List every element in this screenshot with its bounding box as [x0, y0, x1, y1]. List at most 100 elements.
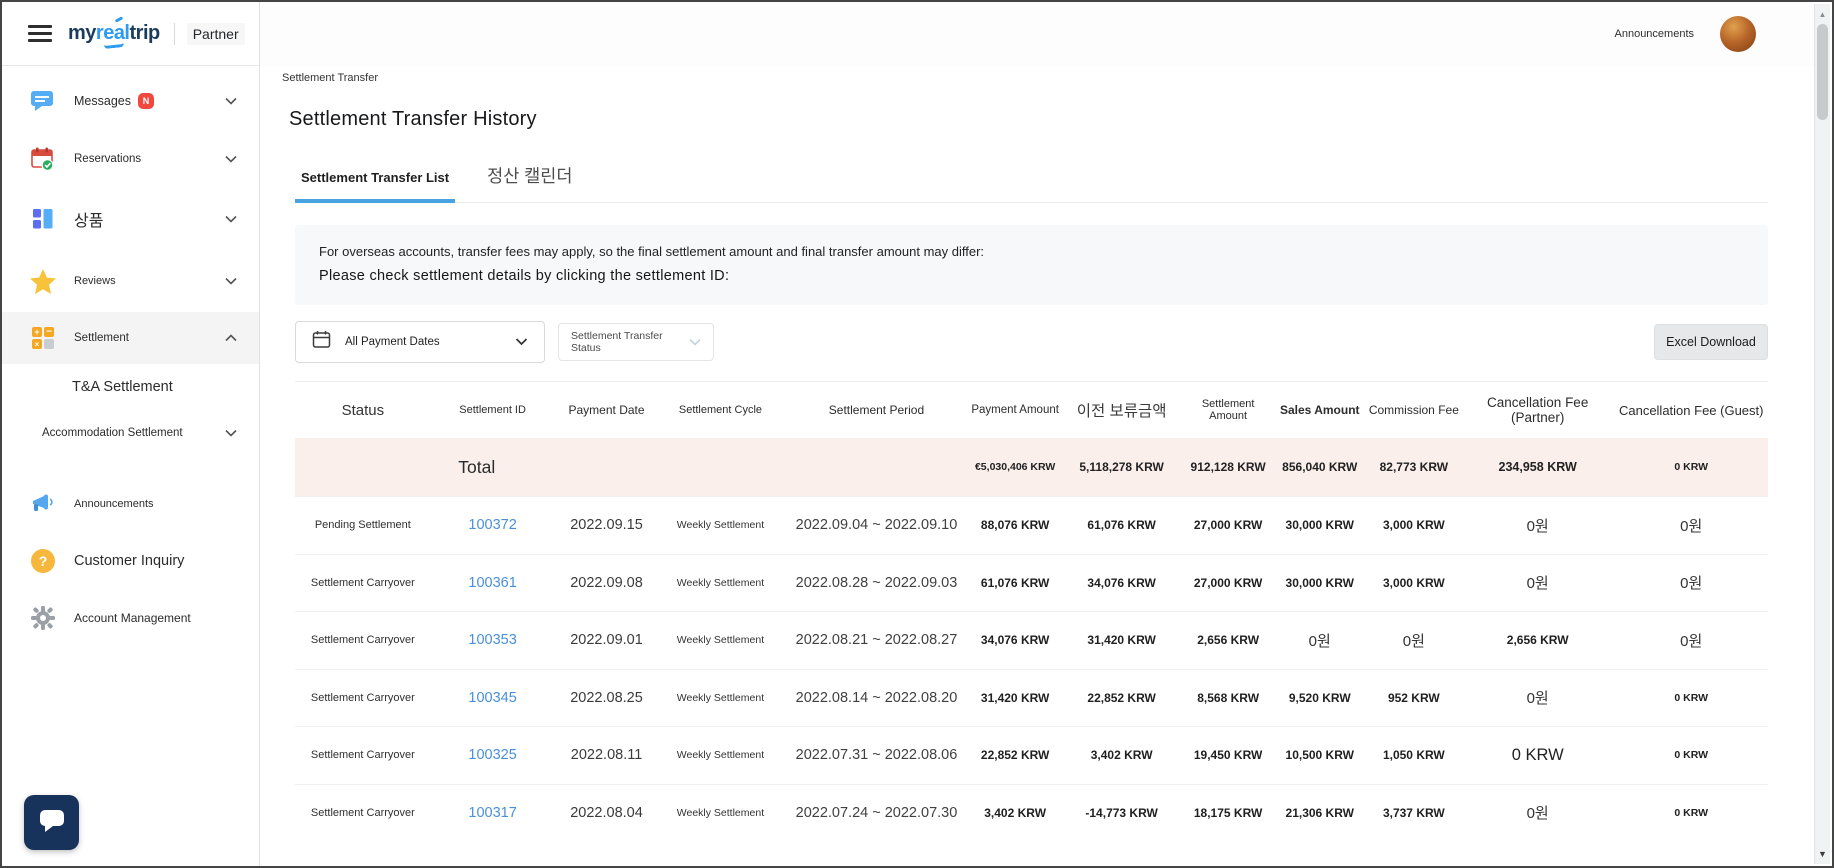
commission-fee-cell: 3,737 KRW [1367, 806, 1461, 820]
scrollbar-thumb[interactable] [1817, 24, 1828, 120]
col-header-status: Status [295, 402, 431, 419]
total-sales-amount: 856,040 KRW [1273, 460, 1367, 474]
col-header-settlement-id: Settlement ID [431, 404, 555, 416]
cancellation-fee-partner-cell: 2,656 KRW [1461, 633, 1615, 647]
sidebar-header: myrealtrip Partner [2, 2, 259, 66]
col-header-payment-date: Payment Date [555, 403, 659, 417]
user-avatar[interactable] [1720, 16, 1756, 52]
sales-amount-cell: 0원 [1273, 630, 1367, 651]
calculator-icon: +−× [28, 326, 58, 350]
sidebar-item-reservations[interactable]: Reservations [2, 130, 259, 188]
new-badge: N [138, 93, 154, 109]
previous-hold-cell: -14,773 KRW [1060, 806, 1184, 820]
calendar-check-icon [28, 146, 58, 172]
app-window: myrealtrip Partner Messages N Reservat [0, 0, 1834, 868]
cancellation-fee-guest-cell: 0원 [1614, 515, 1768, 536]
logo-swoosh [104, 43, 124, 49]
brand-trip: trip [130, 22, 160, 44]
settlement-amount-cell: 18,175 KRW [1184, 806, 1273, 820]
commission-fee-cell: 1,050 KRW [1367, 748, 1461, 762]
settlement-id-link[interactable]: 100353 [431, 632, 555, 648]
commission-fee-cell: 952 KRW [1367, 691, 1461, 705]
commission-fee-cell: 0원 [1367, 630, 1461, 651]
total-label: Total [295, 457, 659, 478]
sidebar-item-messages[interactable]: Messages N [2, 72, 259, 130]
previous-hold-cell: 31,420 KRW [1060, 633, 1184, 647]
settlement-id-link[interactable]: 100372 [431, 517, 555, 533]
table-header-row: Status Settlement ID Payment Date Settle… [295, 382, 1768, 438]
payment-dates-dropdown[interactable]: All Payment Dates [295, 321, 545, 363]
settlement-cycle-cell: Weekly Settlement [659, 749, 783, 761]
chat-widget-button[interactable] [24, 795, 79, 850]
sales-amount-cell: 30,000 KRW [1273, 576, 1367, 590]
previous-hold-cell: 22,852 KRW [1060, 691, 1184, 705]
settlement-id-link[interactable]: 100345 [431, 690, 555, 706]
chevron-down-icon [225, 92, 237, 110]
status-cell: Settlement Carryover [295, 749, 431, 761]
question-icon: ? [28, 548, 58, 574]
settlement-id-link[interactable]: 100317 [431, 805, 555, 821]
tab-settlement-transfer-list[interactable]: Settlement Transfer List [295, 170, 455, 203]
tab-settlement-calendar[interactable]: 정산 캘린더 [481, 163, 578, 202]
nav-spacer [2, 456, 259, 476]
payment-amount-cell: 31,420 KRW [971, 691, 1060, 705]
notice-box: For overseas accounts, transfer fees may… [295, 225, 1768, 305]
tabs: Settlement Transfer List 정산 캘린더 [295, 163, 1768, 203]
cancellation-fee-guest-cell: 0 KRW [1614, 749, 1768, 761]
settlement-cycle-cell: Weekly Settlement [659, 634, 783, 646]
col-header-payment-amount: Payment Amount [971, 404, 1060, 416]
page-title: Settlement Transfer History [289, 108, 1768, 131]
settlement-period-cell: 2022.08.28 ~ 2022.09.03 [782, 575, 970, 591]
scroll-down-arrow-icon[interactable]: ▼ [1815, 849, 1830, 859]
sidebar-item-label: Reviews [74, 275, 116, 287]
sidebar-item-settlement[interactable]: +−× Settlement [2, 312, 259, 364]
status-cell: Settlement Carryover [295, 692, 431, 704]
sidebar-item-label: 상품 [74, 207, 103, 231]
settlement-cycle-cell: Weekly Settlement [659, 519, 783, 531]
gear-icon [28, 605, 58, 631]
sidebar-item-account-management[interactable]: Account Management [2, 590, 259, 646]
scroll-up-arrow-icon[interactable]: ▲ [1815, 10, 1830, 19]
sales-amount-cell: 30,000 KRW [1273, 518, 1367, 532]
sidebar-item-ta-settlement[interactable]: T&A Settlement [2, 364, 259, 410]
commission-fee-cell: 3,000 KRW [1367, 576, 1461, 590]
megaphone-icon [28, 492, 58, 516]
chevron-down-icon [225, 210, 237, 228]
sidebar-item-label: Reservations [74, 153, 141, 165]
star-icon [28, 268, 58, 295]
cancellation-fee-guest-cell: 0 KRW [1614, 692, 1768, 704]
sidebar-item-reviews[interactable]: Reviews [2, 250, 259, 312]
settlement-id-link[interactable]: 100325 [431, 747, 555, 763]
vertical-scrollbar[interactable]: ▲ ▼ [1814, 4, 1830, 864]
status-cell: Pending Settlement [295, 519, 431, 531]
status-cell: Settlement Carryover [295, 577, 431, 589]
payment-date-cell: 2022.09.08 [555, 575, 659, 591]
cancellation-fee-guest-cell: 0원 [1614, 630, 1768, 651]
sidebar-item-label: Account Management [74, 611, 191, 625]
settlement-cycle-cell: Weekly Settlement [659, 692, 783, 704]
table-row: Settlement Carryover 100361 2022.09.08 W… [295, 554, 1768, 612]
settlement-cycle-cell: Weekly Settlement [659, 807, 783, 819]
transfer-status-dropdown[interactable]: Settlement Transfer Status [558, 323, 714, 361]
sidebar-item-customer-inquiry[interactable]: ? Customer Inquiry [2, 532, 259, 590]
settlement-cycle-cell: Weekly Settlement [659, 577, 783, 589]
excel-download-button[interactable]: Excel Download [1654, 324, 1768, 360]
total-cancellation-fee-guest: 0 KRW [1614, 461, 1768, 473]
topbar-announcements-link[interactable]: Announcements [1615, 28, 1695, 40]
table-body: Pending Settlement 100372 2022.09.15 Wee… [295, 496, 1768, 841]
commission-fee-cell: 3,000 KRW [1367, 518, 1461, 532]
sidebar-item-products[interactable]: 상품 [2, 188, 259, 250]
col-header-previous-hold-amount: 이전 보류금액 [1060, 399, 1184, 421]
chevron-up-icon [225, 329, 237, 347]
settlement-id-link[interactable]: 100361 [431, 575, 555, 591]
menu-icon[interactable] [28, 25, 52, 42]
myrealtrip-logo[interactable]: myrealtrip [68, 22, 160, 45]
svg-text:?: ? [39, 553, 48, 569]
sidebar-item-accommodation-settlement[interactable]: Accommodation Settlement [2, 410, 259, 456]
filter-row: All Payment Dates Settlement Transfer St… [295, 321, 1768, 363]
settlement-amount-cell: 27,000 KRW [1184, 518, 1273, 532]
table-row: Settlement Carryover 100345 2022.08.25 W… [295, 669, 1768, 727]
sales-amount-cell: 21,306 KRW [1273, 806, 1367, 820]
sidebar-item-announcements[interactable]: Announcements [2, 476, 259, 532]
sidebar-nav: Messages N Reservations 상품 [2, 66, 259, 646]
